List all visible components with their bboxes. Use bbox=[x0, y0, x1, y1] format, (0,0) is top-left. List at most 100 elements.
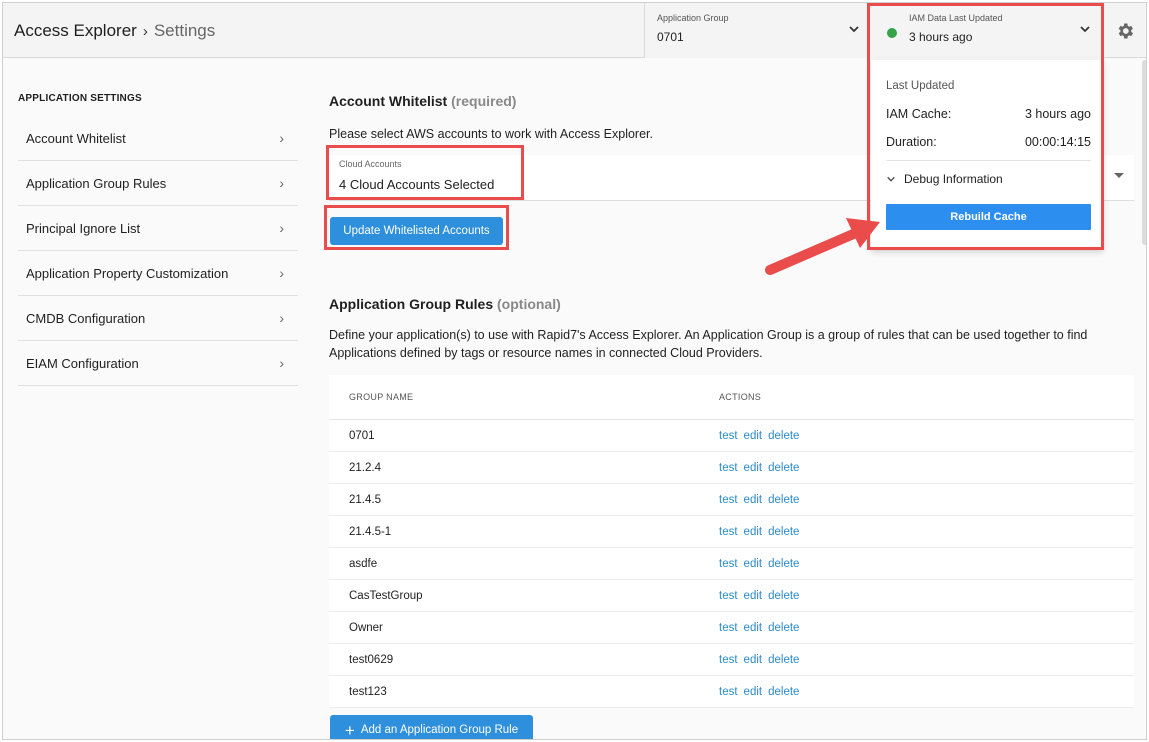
test-link[interactable]: test bbox=[719, 494, 738, 506]
rebuild-cache-button[interactable]: Rebuild Cache bbox=[886, 204, 1091, 230]
chevron-down-icon bbox=[849, 26, 859, 33]
chevron-right-icon: › bbox=[279, 310, 284, 326]
test-link[interactable]: test bbox=[719, 462, 738, 474]
iam-data-dropdown: Last Updated IAM Cache: 3 hours ago Dura… bbox=[871, 60, 1103, 250]
sidebar-item-label: CMDB Configuration bbox=[26, 310, 146, 326]
group-name-cell: 0701 bbox=[349, 429, 375, 442]
actions-cell: test edit delete bbox=[719, 494, 1134, 506]
group-name-cell: test0629 bbox=[349, 653, 394, 666]
actions-cell: test edit delete bbox=[719, 558, 1134, 570]
table-row: 21.2.4 test edit delete bbox=[329, 452, 1134, 484]
delete-link[interactable]: delete bbox=[768, 654, 799, 666]
edit-link[interactable]: edit bbox=[744, 590, 763, 602]
actions-cell: test edit delete bbox=[719, 686, 1134, 698]
application-group-select[interactable]: Application Group 0701 bbox=[644, 3, 868, 58]
edit-link[interactable]: edit bbox=[744, 430, 763, 442]
iam-cache-value: 3 hours ago bbox=[1024, 107, 1091, 121]
duration-label: Duration: bbox=[886, 135, 937, 149]
iam-data-value: 3 hours ago bbox=[909, 30, 973, 44]
duration-row: Duration: 00:00:14:15 bbox=[886, 135, 1091, 149]
group-name-cell: CasTestGroup bbox=[349, 589, 423, 602]
actions-cell: test edit delete bbox=[719, 622, 1134, 634]
test-link[interactable]: test bbox=[719, 558, 738, 570]
group-name-cell: 21.2.4 bbox=[349, 461, 381, 474]
divider bbox=[886, 160, 1091, 161]
sidebar-item-eiam-configuration[interactable]: EIAM Configuration › bbox=[18, 341, 298, 386]
test-link[interactable]: test bbox=[719, 430, 738, 442]
table-row: 0701 test edit delete bbox=[329, 420, 1134, 452]
sidebar-item-label: Application Group Rules bbox=[26, 175, 167, 191]
iam-cache-row: IAM Cache: 3 hours ago bbox=[886, 107, 1091, 121]
group-name-cell: Owner bbox=[349, 621, 383, 634]
edit-link[interactable]: edit bbox=[744, 494, 763, 506]
edit-link[interactable]: edit bbox=[744, 686, 763, 698]
table-row: test123 test edit delete bbox=[329, 676, 1134, 708]
cloud-accounts-value: 4 Cloud Accounts Selected bbox=[339, 177, 495, 192]
delete-link[interactable]: delete bbox=[768, 430, 799, 442]
dropdown-subtitle: Last Updated bbox=[886, 80, 955, 92]
chevron-right-icon: › bbox=[279, 355, 284, 371]
add-application-group-rule-button[interactable]: + Add an Application Group Rule bbox=[330, 715, 533, 739]
sidebar-title: APPLICATION SETTINGS bbox=[18, 93, 142, 104]
chevron-right-icon: › bbox=[279, 265, 284, 281]
group-name-cell: 21.4.5 bbox=[349, 493, 381, 506]
gear-icon[interactable] bbox=[1115, 21, 1135, 41]
sidebar-item-application-group-rules[interactable]: Application Group Rules › bbox=[18, 161, 298, 206]
test-link[interactable]: test bbox=[719, 622, 738, 634]
delete-link[interactable]: delete bbox=[768, 526, 799, 538]
debug-information-label: Debug Information bbox=[904, 172, 1003, 186]
actions-cell: test edit delete bbox=[719, 462, 1134, 474]
sidebar-item-label: EIAM Configuration bbox=[26, 355, 139, 371]
delete-link[interactable]: delete bbox=[768, 686, 799, 698]
debug-information-toggle[interactable]: Debug Information bbox=[886, 172, 1003, 186]
delete-link[interactable]: delete bbox=[768, 558, 799, 570]
test-link[interactable]: test bbox=[719, 590, 738, 602]
iam-data-select[interactable]: IAM Data Last Updated 3 hours ago bbox=[869, 3, 1103, 58]
actions-cell: test edit delete bbox=[719, 654, 1134, 666]
breadcrumb-app[interactable]: Access Explorer bbox=[14, 21, 137, 41]
test-link[interactable]: test bbox=[719, 526, 738, 538]
test-link[interactable]: test bbox=[719, 654, 738, 666]
sidebar-item-principal-ignore-list[interactable]: Principal Ignore List › bbox=[18, 206, 298, 251]
chevron-right-icon: › bbox=[279, 220, 284, 236]
table-row: 21.4.5 test edit delete bbox=[329, 484, 1134, 516]
chevron-right-icon: › bbox=[279, 130, 284, 146]
sidebar-item-cmdb-configuration[interactable]: CMDB Configuration › bbox=[18, 296, 298, 341]
group-name-cell: asdfe bbox=[349, 557, 378, 570]
column-header-actions: ACTIONS bbox=[719, 392, 762, 402]
optional-tag: (optional) bbox=[497, 296, 561, 312]
group-name-cell: 21.4.5-1 bbox=[349, 525, 392, 538]
settings-sidebar: APPLICATION SETTINGS Account Whitelist ›… bbox=[18, 93, 298, 386]
top-header: Access Explorer › Settings Application G… bbox=[3, 3, 1146, 58]
table-row: Owner test edit delete bbox=[329, 612, 1134, 644]
delete-link[interactable]: delete bbox=[768, 590, 799, 602]
breadcrumb-page: Settings bbox=[153, 21, 216, 40]
test-link[interactable]: test bbox=[719, 686, 738, 698]
application-group-rules-description: Define your application(s) to use with R… bbox=[329, 328, 1088, 360]
add-rule-label: Add an Application Group Rule bbox=[360, 724, 519, 736]
scrollbar[interactable] bbox=[1142, 60, 1146, 245]
edit-link[interactable]: edit bbox=[744, 462, 763, 474]
delete-link[interactable]: delete bbox=[768, 622, 799, 634]
edit-link[interactable]: edit bbox=[744, 654, 763, 666]
sidebar-item-application-property-customization[interactable]: Application Property Customization › bbox=[18, 251, 298, 296]
actions-cell: test edit delete bbox=[719, 526, 1134, 538]
delete-link[interactable]: delete bbox=[768, 494, 799, 506]
edit-link[interactable]: edit bbox=[744, 558, 763, 570]
group-name-cell: test123 bbox=[349, 685, 387, 698]
edit-link[interactable]: edit bbox=[744, 622, 763, 634]
account-whitelist-title: Account Whitelist bbox=[329, 93, 448, 109]
edit-link[interactable]: edit bbox=[744, 526, 763, 538]
table-row: asdfe test edit delete bbox=[329, 548, 1134, 580]
breadcrumb-separator: › bbox=[142, 22, 148, 40]
update-whitelisted-accounts-button[interactable]: Update Whitelisted Accounts bbox=[330, 217, 503, 245]
app-window: Access Explorer › Settings Application G… bbox=[2, 2, 1147, 740]
sidebar-item-label: Account Whitelist bbox=[26, 130, 126, 146]
delete-link[interactable]: delete bbox=[768, 462, 799, 474]
sidebar-item-account-whitelist[interactable]: Account Whitelist › bbox=[18, 116, 298, 161]
table-row: 21.4.5-1 test edit delete bbox=[329, 516, 1134, 548]
sidebar-item-label: Principal Ignore List bbox=[26, 220, 141, 236]
account-whitelist-description: Please select AWS accounts to work with … bbox=[329, 127, 653, 141]
iam-data-label: IAM Data Last Updated bbox=[909, 13, 1003, 23]
cloud-accounts-label: Cloud Accounts bbox=[339, 159, 402, 169]
